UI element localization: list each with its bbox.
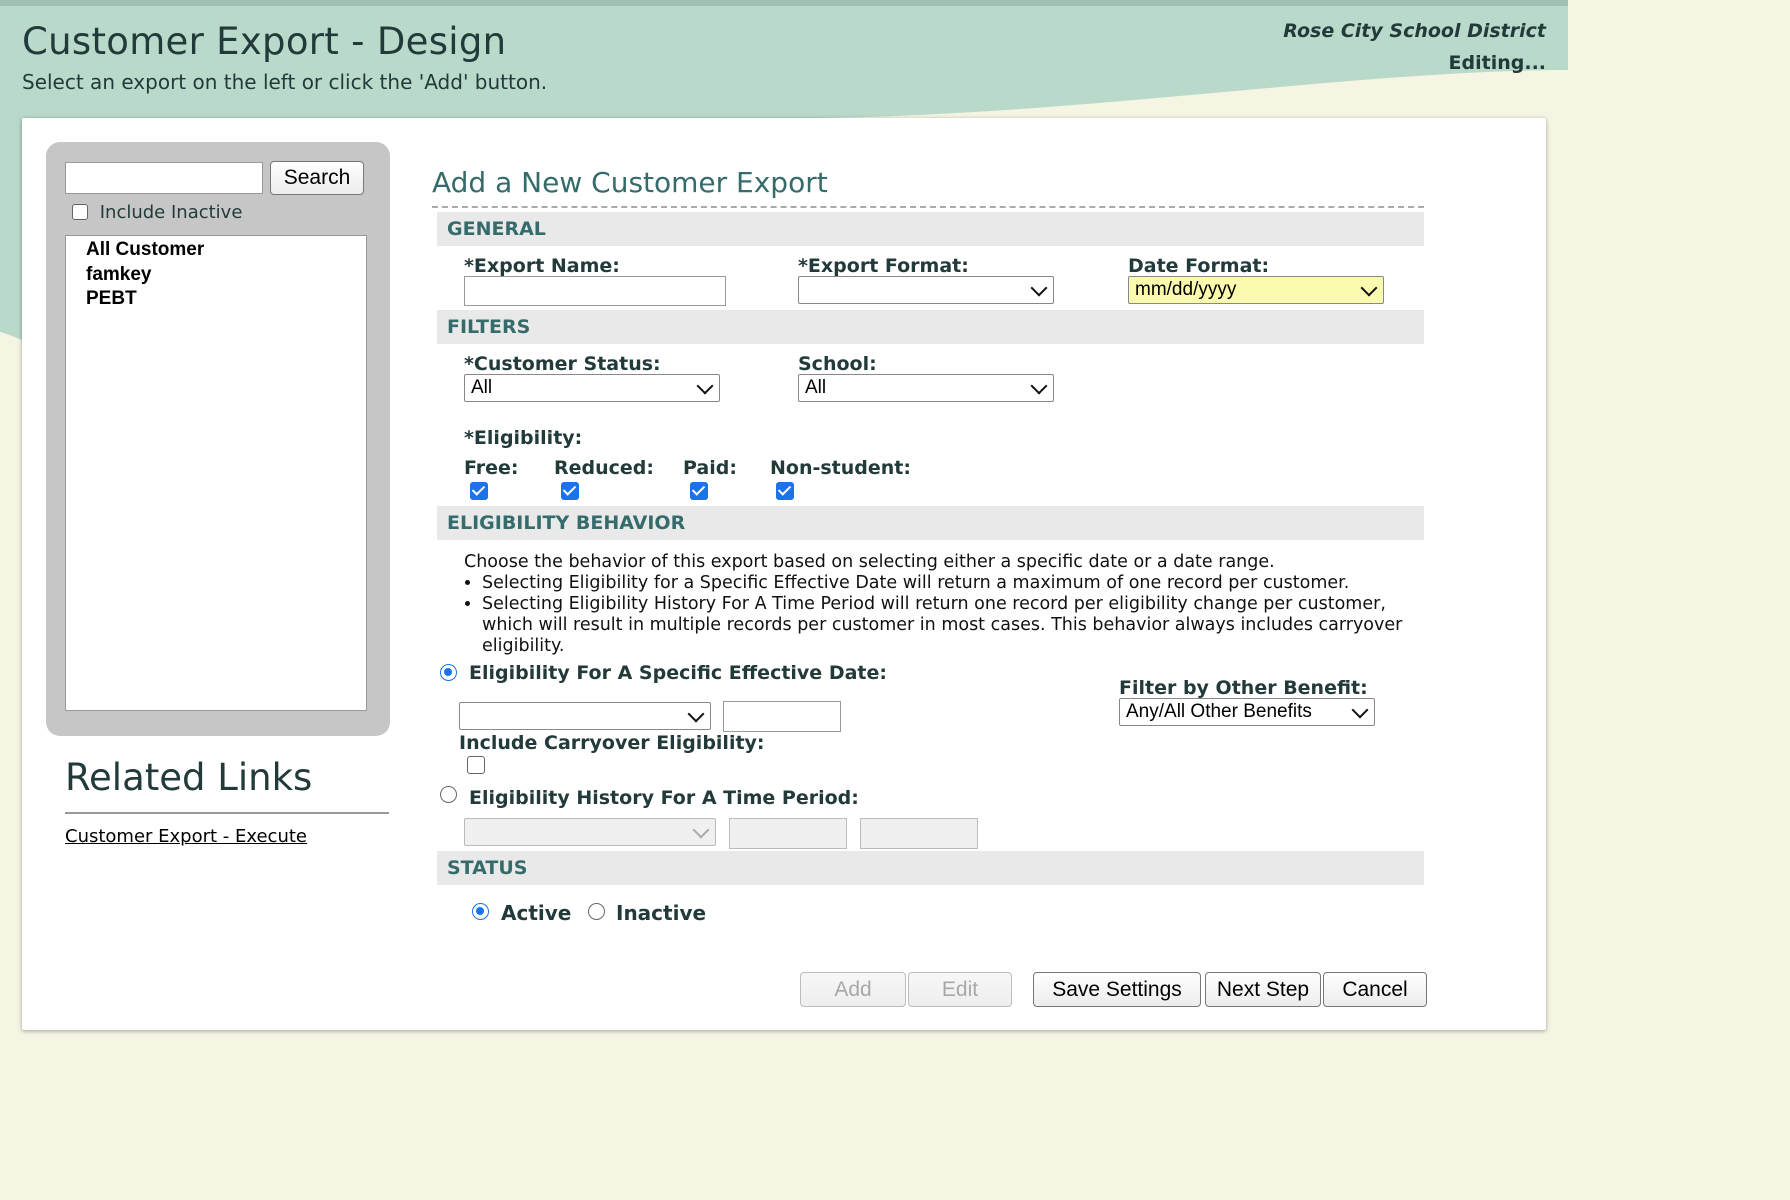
specific-date-label: Eligibility For A Specific Effective Dat… xyxy=(469,662,887,684)
export-name-label: *Export Name: xyxy=(464,255,620,277)
school-value: All xyxy=(805,377,827,398)
eligibility-paid-checkbox[interactable] xyxy=(690,482,708,500)
add-button[interactable]: Add xyxy=(800,972,906,1007)
district-name: Rose City School District xyxy=(1283,20,1546,42)
chevron-down-icon xyxy=(1360,279,1378,297)
section-status: STATUS xyxy=(437,851,1424,885)
form-title: Add a New Customer Export xyxy=(432,166,828,199)
other-benefit-value: Any/All Other Benefits xyxy=(1126,701,1312,722)
behavior-intro: Choose the behavior of this export based… xyxy=(464,552,1275,572)
customer-export-execute-link[interactable]: Customer Export - Execute xyxy=(65,826,307,847)
eligibility-nonstudent-checkbox[interactable] xyxy=(776,482,794,500)
list-item[interactable]: famkey xyxy=(86,263,366,288)
eligibility-free-label: Free: xyxy=(464,457,519,479)
date-format-value: mm/dd/yyyy xyxy=(1135,279,1237,300)
date-format-select[interactable]: mm/dd/yyyy xyxy=(1128,276,1384,304)
school-select[interactable]: All xyxy=(798,374,1054,402)
specific-date-select[interactable] xyxy=(459,702,711,730)
chevron-down-icon xyxy=(687,705,705,723)
eligibility-paid-label: Paid: xyxy=(683,457,737,479)
export-name-input[interactable] xyxy=(464,276,726,306)
chevron-down-icon xyxy=(696,377,714,395)
chevron-down-icon xyxy=(1030,279,1048,297)
carryover-label: Include Carryover Eligibility: xyxy=(459,732,765,754)
page-subtitle: Select an export on the left or click th… xyxy=(22,70,548,94)
include-inactive-label: Include Inactive xyxy=(99,202,243,223)
status-active-label: Active xyxy=(501,901,572,925)
status-inactive-radio[interactable] xyxy=(588,903,605,920)
specific-date-input[interactable] xyxy=(723,701,841,732)
section-general: GENERAL xyxy=(437,212,1424,246)
behavior-bullet: Selecting Eligibility History For A Time… xyxy=(482,594,1424,657)
history-end-input[interactable] xyxy=(860,818,978,849)
history-period-select[interactable] xyxy=(464,818,716,846)
history-period-radio[interactable] xyxy=(440,786,457,803)
customer-status-value: All xyxy=(471,377,493,398)
chevron-down-icon xyxy=(1030,377,1048,395)
chevron-down-icon xyxy=(692,821,710,839)
status-inactive-label: Inactive xyxy=(616,901,707,925)
eligibility-reduced-label: Reduced: xyxy=(554,457,654,479)
next-step-button[interactable]: Next Step xyxy=(1205,972,1321,1007)
eligibility-reduced-checkbox[interactable] xyxy=(561,482,579,500)
export-list[interactable]: All Customer famkey PEBT xyxy=(65,235,367,711)
specific-date-radio[interactable] xyxy=(440,664,457,681)
section-eligibility-behavior: ELIGIBILITY BEHAVIOR xyxy=(437,506,1424,540)
school-label: School: xyxy=(798,353,877,375)
search-button[interactable]: Search xyxy=(270,161,364,195)
status-active-radio[interactable] xyxy=(472,903,489,920)
list-item[interactable]: All Customer xyxy=(86,238,366,263)
history-start-input[interactable] xyxy=(729,818,847,849)
include-inactive-checkbox[interactable] xyxy=(72,204,88,220)
include-inactive-row: Include Inactive xyxy=(72,202,242,223)
save-settings-button[interactable]: Save Settings xyxy=(1033,972,1201,1007)
section-filters: FILTERS xyxy=(437,310,1424,344)
behavior-bullets: Selecting Eligibility for a Specific Eff… xyxy=(464,573,1424,657)
page-title: Customer Export - Design xyxy=(22,20,507,63)
eligibility-label: *Eligibility: xyxy=(464,427,583,449)
carryover-checkbox[interactable] xyxy=(467,756,485,774)
edit-button[interactable]: Edit xyxy=(908,972,1012,1007)
history-period-label: Eligibility History For A Time Period: xyxy=(469,787,859,809)
chevron-down-icon xyxy=(1351,701,1369,719)
customer-status-select[interactable]: All xyxy=(464,374,720,402)
eligibility-free-checkbox[interactable] xyxy=(470,482,488,500)
other-benefit-select[interactable]: Any/All Other Benefits xyxy=(1119,698,1375,726)
title-divider xyxy=(432,206,1424,208)
cancel-button[interactable]: Cancel xyxy=(1323,972,1427,1007)
export-format-label: *Export Format: xyxy=(798,255,969,277)
list-item[interactable]: PEBT xyxy=(86,287,366,312)
search-input[interactable] xyxy=(65,162,263,194)
behavior-bullet: Selecting Eligibility for a Specific Eff… xyxy=(482,573,1424,594)
related-links-divider xyxy=(65,812,389,814)
date-format-label: Date Format: xyxy=(1128,255,1270,277)
other-benefit-label: Filter by Other Benefit: xyxy=(1119,677,1368,699)
edit-status: Editing... xyxy=(1448,52,1546,74)
export-format-select[interactable] xyxy=(798,276,1054,304)
eligibility-nonstudent-label: Non-student: xyxy=(770,457,911,479)
customer-status-label: *Customer Status: xyxy=(464,353,661,375)
related-links-title: Related Links xyxy=(65,756,313,799)
behavior-description: Choose the behavior of this export based… xyxy=(464,552,1424,657)
